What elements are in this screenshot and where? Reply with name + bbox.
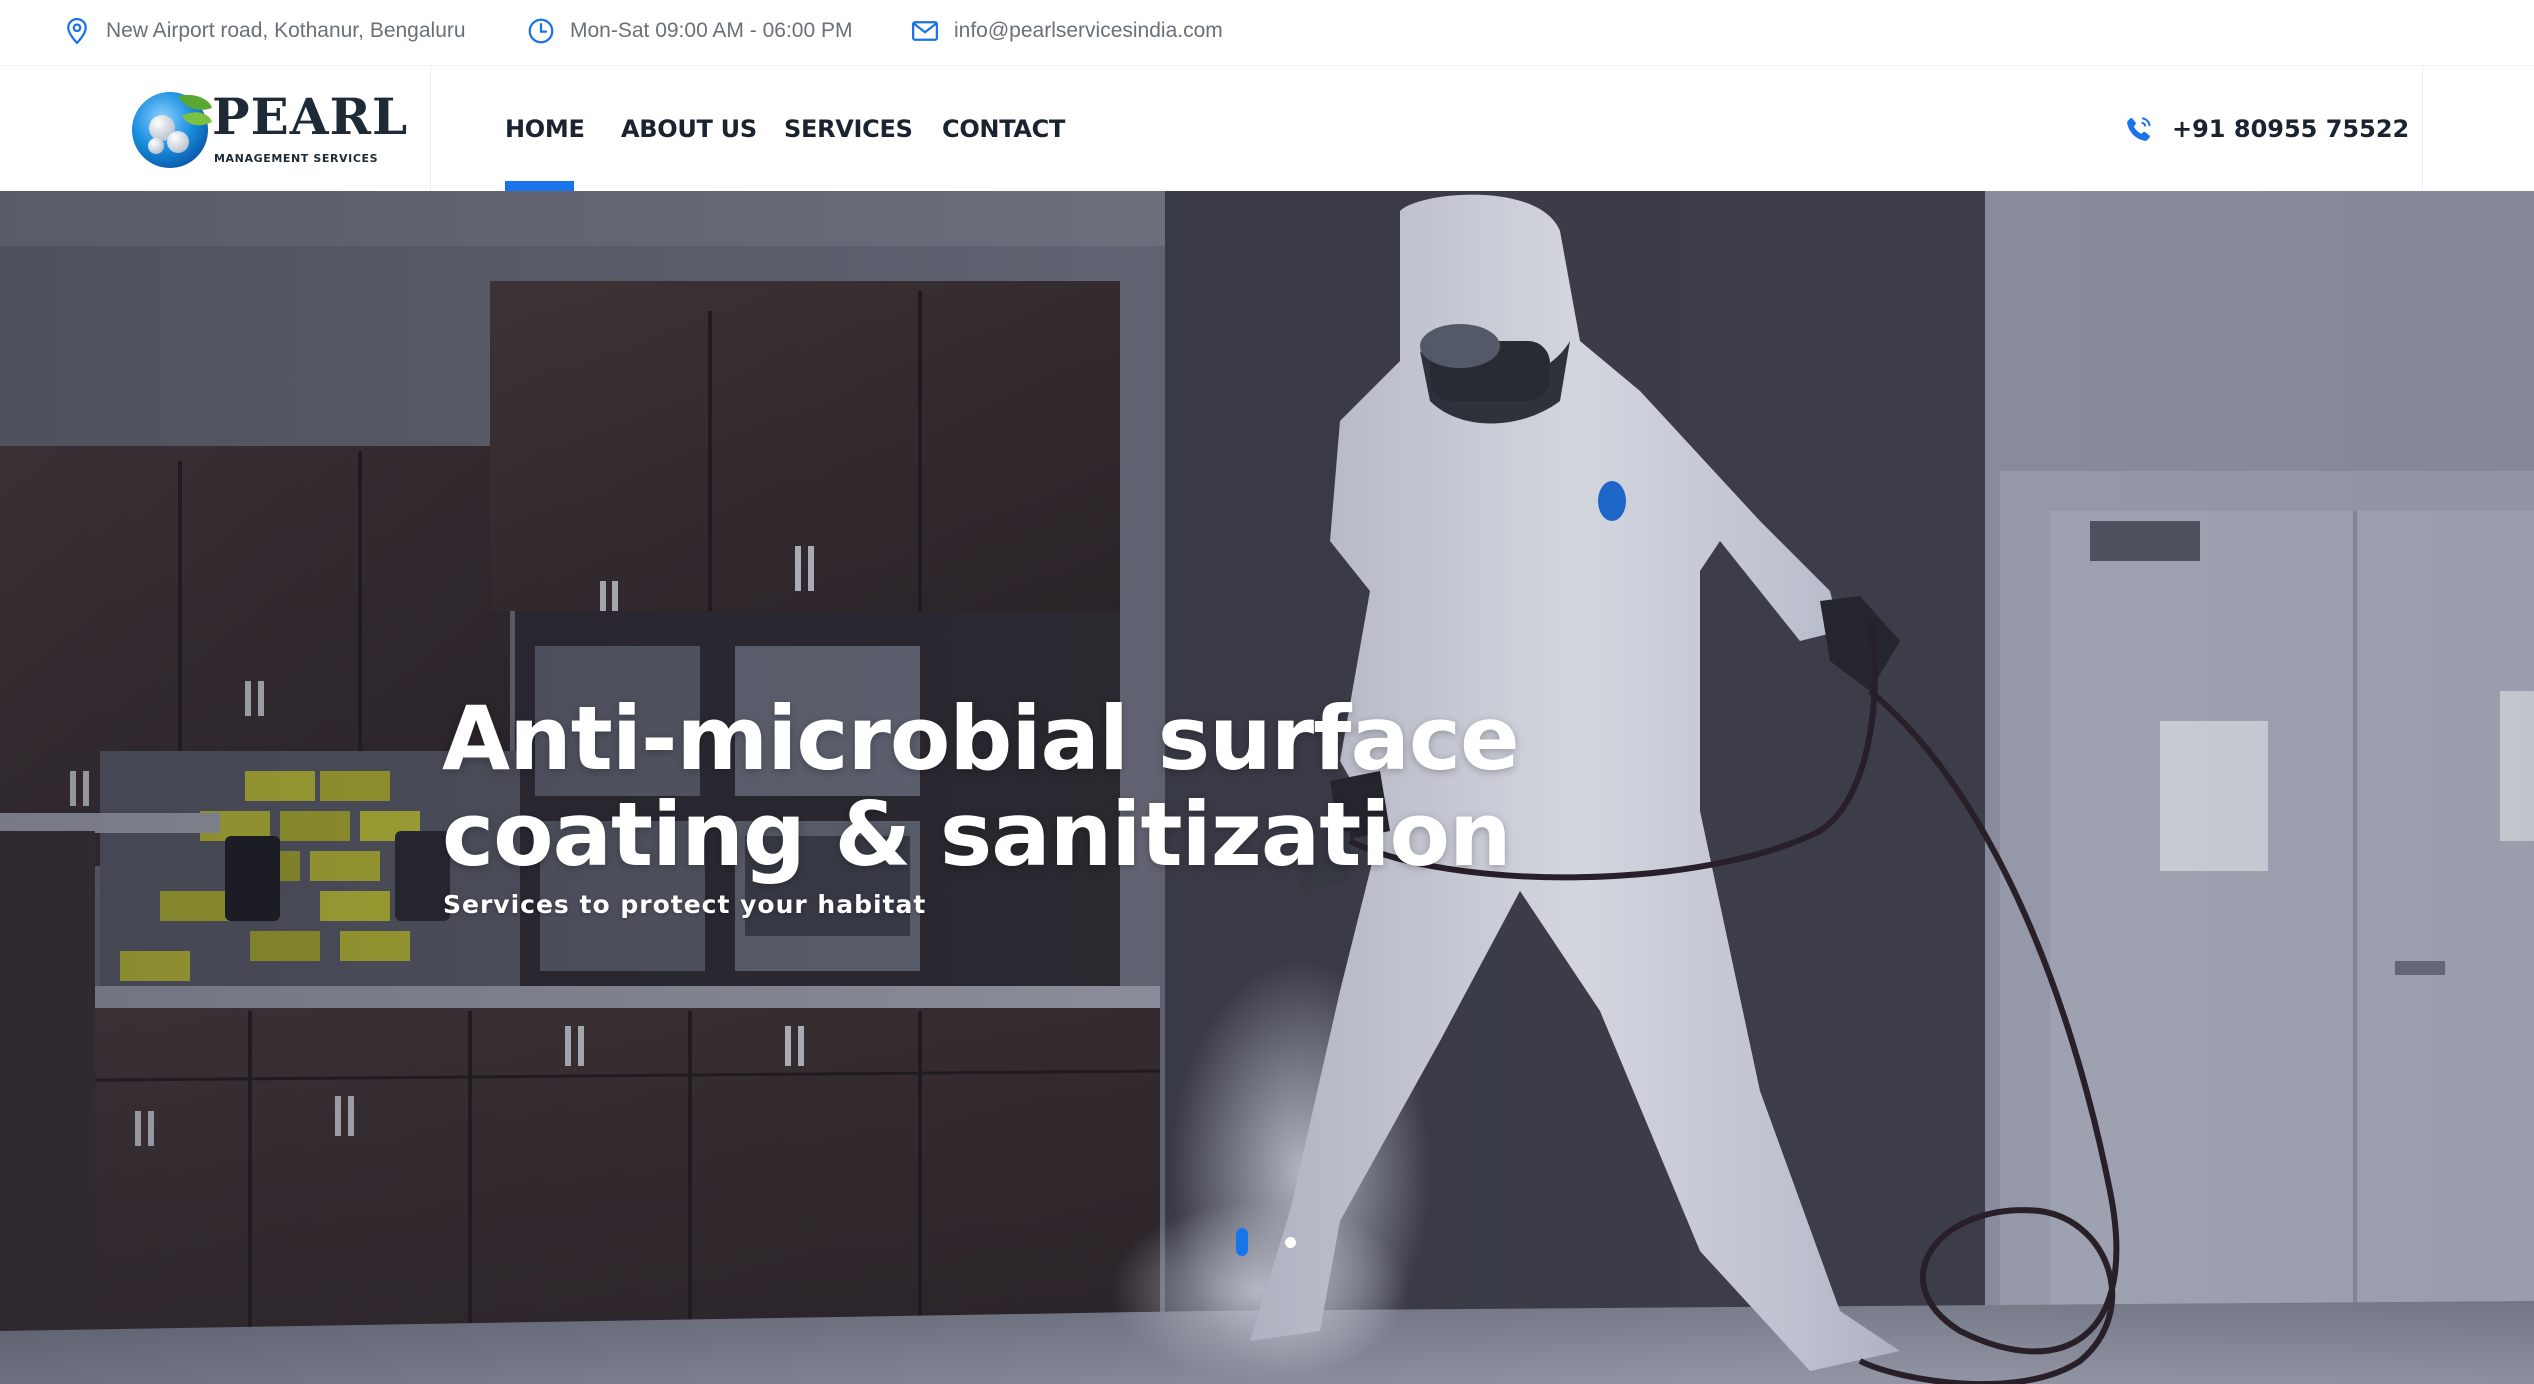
nav-about-us[interactable]: ABOUT US (621, 66, 757, 191)
address-text: New Airport road, Kothanur, Bengaluru (106, 19, 466, 42)
hero-slider: Anti-microbial surface coating & sanitiz… (0, 191, 2534, 1384)
site-header: PEARL MANAGEMENT SERVICES HOME ABOUT US … (0, 66, 2534, 191)
phone-number[interactable]: +91 80955 75522 (2172, 115, 2409, 143)
email-link[interactable]: info@pearlservicesindia.com (954, 19, 1223, 43)
address-info: New Airport road, Kothanur, Bengaluru (62, 0, 466, 62)
slider-pagination (1236, 1227, 1333, 1257)
slider-dot-1[interactable] (1236, 1228, 1248, 1256)
hours-text: Mon-Sat 09:00 AM - 06:00 PM (570, 19, 853, 42)
brand-name: PEARL (212, 87, 409, 146)
header-divider (430, 66, 431, 191)
nav-contact[interactable]: CONTACT (942, 66, 1065, 191)
nav-active-indicator (505, 181, 574, 191)
top-info-bar: New Airport road, Kothanur, Bengaluru Mo… (0, 0, 2534, 66)
phone-icon (2127, 116, 2151, 141)
hero-title-line-1: Anti-microbial surface (442, 687, 1520, 790)
pearl-logo-icon (132, 92, 212, 168)
email-info[interactable]: info@pearlservicesindia.com (910, 0, 1223, 62)
slider-dot-2[interactable] (1285, 1236, 1296, 1248)
nav-home[interactable]: HOME (505, 66, 585, 191)
brand-tagline: MANAGEMENT SERVICES (214, 152, 379, 165)
hero-subtitle: Services to protect your habitat (443, 890, 927, 919)
header-divider (2422, 66, 2423, 191)
hours-info: Mon-Sat 09:00 AM - 06:00 PM (526, 0, 852, 62)
clock-icon (528, 18, 554, 44)
location-pin-icon (67, 17, 87, 45)
header-phone[interactable]: +91 80955 75522 (2124, 66, 2409, 191)
brand-logo[interactable]: PEARL MANAGEMENT SERVICES (130, 84, 407, 174)
nav-services[interactable]: SERVICES (784, 66, 913, 191)
mail-icon (912, 21, 938, 41)
hero-title: Anti-microbial surface coating & sanitiz… (442, 691, 1542, 883)
hero-title-line-2: coating & sanitization (442, 783, 1512, 886)
